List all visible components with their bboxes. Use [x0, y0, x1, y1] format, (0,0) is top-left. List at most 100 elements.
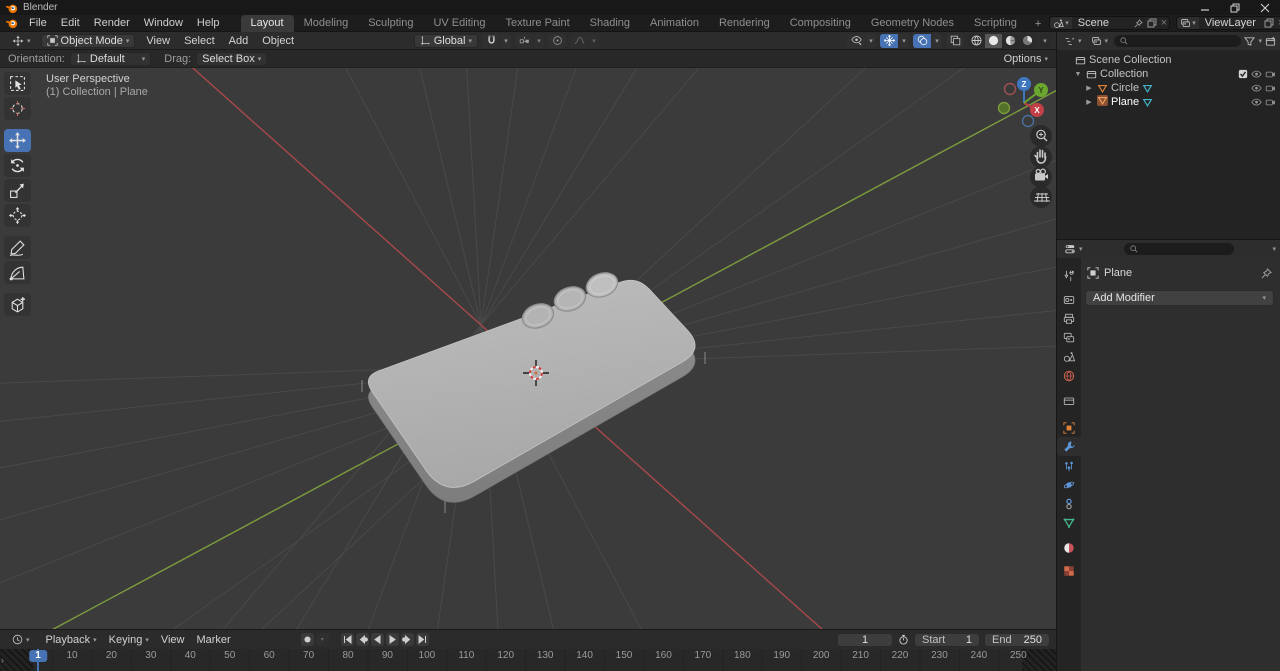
snap-magnet-icon[interactable] [482, 34, 500, 48]
workspace-tab-sculpting[interactable]: Sculpting [358, 15, 423, 32]
new-collection-button[interactable] [1265, 36, 1276, 47]
gizmo-dropdown[interactable]: ▾ [899, 34, 909, 48]
expander-icon[interactable]: ▶ [1084, 84, 1094, 92]
tool-cursor-button[interactable] [4, 97, 31, 120]
frame-start-field[interactable]: Start1 [914, 633, 980, 647]
workspace-tab-rendering[interactable]: Rendering [709, 15, 780, 32]
toggle-xray-icon[interactable] [946, 34, 964, 48]
properties-tab-constraints[interactable] [1057, 494, 1081, 513]
expander-icon[interactable]: ▼ [1073, 71, 1083, 78]
mode-selector[interactable]: Object Mode▾ [41, 34, 136, 48]
3d-viewport[interactable]: Z Y X Orientation: Default▾ Drag: Select… [0, 50, 1056, 629]
play-reverse-button[interactable] [371, 633, 384, 646]
unlink-icon[interactable]: × [1159, 17, 1169, 29]
jump-to-start-button[interactable] [341, 633, 354, 646]
properties-tab-scene[interactable] [1057, 347, 1081, 366]
show-overlays-icon[interactable] [913, 34, 931, 48]
jump-to-prev-keyframe-button[interactable] [356, 633, 369, 646]
viewport-menu-select[interactable]: Select [177, 34, 222, 48]
show-gizmo-icon[interactable] [880, 34, 898, 48]
restore-button[interactable] [1220, 0, 1250, 15]
disable-in-renders-icon[interactable] [1265, 97, 1276, 108]
toggle-orthographic-button[interactable] [1030, 186, 1052, 208]
properties-editor-type-button[interactable]: ▾ [1061, 242, 1086, 256]
timeline-menu-marker[interactable]: Marker [190, 633, 236, 647]
menu-file[interactable]: File [22, 16, 54, 30]
properties-tab-tool[interactable] [1057, 266, 1081, 285]
workspace-tab-modeling[interactable]: Modeling [294, 15, 359, 32]
scene-name[interactable]: Scene [1072, 17, 1132, 29]
workspace-tab-texture-paint[interactable]: Texture Paint [495, 15, 579, 32]
close-button[interactable] [1250, 0, 1280, 15]
filter-icon[interactable] [1244, 36, 1255, 47]
viewport-menu-object[interactable]: Object [255, 34, 301, 48]
tool-transform-button[interactable] [4, 204, 31, 227]
add-modifier-button[interactable]: Add Modifier▾ [1085, 290, 1274, 306]
shading-solid-icon[interactable] [985, 34, 1002, 48]
falloff-curve-icon[interactable] [570, 34, 588, 48]
properties-tab-physics[interactable] [1057, 475, 1081, 494]
gizmo-negative-y[interactable] [999, 103, 1010, 114]
collection-checkbox[interactable] [1238, 69, 1248, 79]
properties-tab-output[interactable] [1057, 309, 1081, 328]
timeline-menu-playback[interactable]: Playback▾ [40, 633, 103, 647]
frame-end-field[interactable]: End250 [984, 633, 1050, 647]
transform-orientation-selector[interactable]: Global▾ [414, 34, 478, 48]
timeline-ruler[interactable]: 1 › 102030405060708090100110120130140150… [0, 649, 1056, 671]
drag-selector[interactable]: Select Box▾ [196, 52, 267, 66]
viewport-menu-view[interactable]: View [139, 34, 177, 48]
pin-icon[interactable] [1261, 268, 1272, 279]
workspace-tab-scripting[interactable]: Scripting [964, 15, 1027, 32]
properties-tab-data[interactable] [1057, 513, 1081, 532]
orientation-default-selector[interactable]: Default▾ [70, 52, 151, 66]
shading-material-preview-icon[interactable] [1002, 34, 1019, 48]
shading-dropdown[interactable]: ▾ [1040, 34, 1050, 48]
outliner-item-label[interactable]: Collection [1100, 68, 1148, 80]
copy-icon[interactable] [1262, 18, 1276, 28]
properties-tab-modifiers[interactable] [1057, 437, 1081, 456]
editor-type-button[interactable]: ▾ [6, 34, 37, 48]
overlays-dropdown[interactable]: ▾ [932, 34, 942, 48]
timeline-menu-view[interactable]: View [155, 633, 191, 647]
outliner-item-label[interactable]: Scene Collection [1089, 54, 1172, 66]
scene-browse-button[interactable]: ▾ [1050, 17, 1072, 29]
record-button[interactable] [301, 633, 314, 646]
outliner-row-scene-collection[interactable]: Scene Collection [1057, 53, 1280, 67]
timeline-menu-keying[interactable]: Keying▾ [103, 633, 155, 647]
menu-render[interactable]: Render [87, 16, 137, 30]
workspace-tab-geometry-nodes[interactable]: Geometry Nodes [861, 15, 964, 32]
snap-dropdown[interactable]: ▾ [501, 34, 511, 48]
workspace-tab-shading[interactable]: Shading [580, 15, 640, 32]
view-layer-browse-button[interactable]: ▾ [1177, 17, 1199, 29]
gizmo-negative-z[interactable] [1023, 116, 1034, 127]
add-workspace-button[interactable]: + [1027, 16, 1049, 32]
properties-tab-particles[interactable] [1057, 456, 1081, 475]
outliner-row-circle[interactable]: ▶Circle [1057, 81, 1280, 95]
workspace-tab-layout[interactable]: Layout [241, 15, 294, 32]
properties-tab-collection[interactable] [1057, 391, 1081, 410]
tool-select-box-button[interactable] [4, 72, 31, 95]
falloff-dropdown[interactable]: ▾ [589, 34, 599, 48]
menu-window[interactable]: Window [137, 16, 190, 30]
tool-annotate-button[interactable] [4, 236, 31, 259]
tool-rotate-button[interactable] [4, 154, 31, 177]
outliner-row-collection[interactable]: ▼ Collection [1057, 67, 1280, 81]
tool-scale-button[interactable] [4, 179, 31, 202]
shading-wireframe-icon[interactable] [968, 34, 985, 48]
tool-add-cube-button[interactable] [4, 293, 31, 316]
expander-icon[interactable]: ▶ [1084, 98, 1094, 106]
breadcrumb-object-name[interactable]: Plane [1104, 267, 1132, 279]
camera-view-button[interactable] [1030, 166, 1052, 188]
jump-to-end-button[interactable] [416, 633, 429, 646]
options-dropdown[interactable]: Options▾ [1004, 53, 1048, 65]
hide-in-viewport-icon[interactable] [1251, 97, 1262, 108]
proportional-editing-icon[interactable] [548, 34, 566, 48]
workspace-tab-compositing[interactable]: Compositing [780, 15, 861, 32]
zoom-button[interactable] [1030, 125, 1052, 147]
outliner-editor-type-button[interactable]: ▾ [1061, 34, 1085, 48]
timeline-sidebar-toggle[interactable]: › [1, 655, 4, 665]
shading-rendered-icon[interactable] [1019, 34, 1036, 48]
outliner-item-label[interactable]: Plane [1111, 96, 1139, 108]
properties-tab-object[interactable] [1057, 418, 1081, 437]
viewport-canvas[interactable]: Z Y X [0, 50, 1056, 629]
